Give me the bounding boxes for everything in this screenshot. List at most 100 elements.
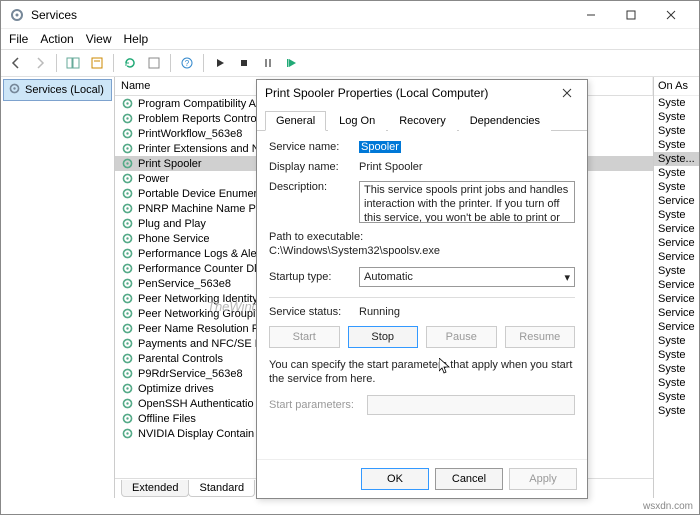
logon-cell: Syste [654,348,699,362]
right-pane: On As SysteSysteSysteSysteSyste...SysteS… [654,77,699,498]
services-app-icon [9,7,25,23]
col-logonas[interactable]: On As [654,77,699,96]
logon-list: SysteSysteSysteSysteSyste...SysteSysteSe… [654,96,699,418]
window-title: Services [31,8,571,22]
tab-recovery[interactable]: Recovery [388,111,456,131]
start-service-button[interactable] [209,52,231,74]
dialog-title: Print Spooler Properties (Local Computer… [265,86,555,100]
maximize-button[interactable] [611,1,651,29]
logon-cell: Syste [654,264,699,278]
label-startup: Startup type: [269,271,359,283]
label-path: Path to executable: [269,231,575,243]
note-text: You can specify the start parameters tha… [269,358,575,387]
tab-extended[interactable]: Extended [121,480,189,497]
logon-cell: Service [654,250,699,264]
service-name-label: Performance Logs & Ale [138,248,257,260]
service-name-label: Peer Networking Groupi [138,308,255,320]
service-name-label: Problem Reports Contro [138,113,257,125]
startup-type-value: Automatic [364,271,413,283]
menu-view[interactable]: View [86,32,112,46]
service-name-label: Program Compatibility A [138,98,256,110]
close-button[interactable] [651,1,691,29]
label-status: Service status: [269,306,359,318]
value-service-name[interactable]: Spooler [359,141,401,153]
service-name-label: P9RdrService_563e8 [138,368,243,380]
logon-cell: Syste [654,404,699,418]
svg-text:?: ? [185,59,190,68]
apply-button: Apply [509,468,577,490]
tree-item-services-local[interactable]: Services (Local) [3,79,112,101]
properties-dialog: Print Spooler Properties (Local Computer… [256,79,588,499]
logon-cell: Syste [654,180,699,194]
logon-cell: Syste [654,362,699,376]
label-service-name: Service name: [269,141,359,153]
startup-type-select[interactable]: Automatic ▾ [359,267,575,287]
service-name-label: PrintWorkflow_563e8 [138,128,242,140]
service-name-label: Portable Device Enumer [138,188,257,200]
chevron-down-icon: ▾ [564,271,570,284]
menu-action[interactable]: Action [40,32,73,46]
tab-logon[interactable]: Log On [328,111,386,131]
logon-cell: Syste [654,376,699,390]
stop-service-button[interactable] [233,52,255,74]
dialog-tabs: General Log On Recovery Dependencies [257,106,587,131]
tab-standard[interactable]: Standard [188,480,255,497]
service-name-label: Plug and Play [138,218,206,230]
description-textbox[interactable]: This service spools print jobs and handl… [359,181,575,223]
properties-button[interactable] [86,52,108,74]
export-button[interactable] [143,52,165,74]
logon-cell: Service [654,320,699,334]
service-name-label: Phone Service [138,233,210,245]
logon-cell: Syste [654,96,699,110]
service-name-label: Peer Name Resolution P [138,323,259,335]
dialog-body: Service name: Spooler Display name: Prin… [257,131,587,459]
service-name-label: Parental Controls [138,353,223,365]
help-button[interactable]: ? [176,52,198,74]
tree-item-label: Services (Local) [25,84,104,96]
back-button[interactable] [5,52,27,74]
service-name-label: Power [138,173,169,185]
forward-button[interactable] [29,52,51,74]
logon-cell: Syste [654,208,699,222]
service-name-label: Peer Networking Identity [138,293,258,305]
pause-button: Pause [426,326,497,348]
pause-service-button[interactable] [257,52,279,74]
tab-general[interactable]: General [265,111,326,131]
titlebar: Services [1,1,699,29]
tab-dependencies[interactable]: Dependencies [459,111,551,131]
left-pane: Services (Local) [1,77,115,498]
footer-url: wsxdn.com [643,501,693,512]
service-name-label: Print Spooler [138,158,202,170]
resume-button: Resume [505,326,576,348]
service-name-label: OpenSSH Authenticatio [138,398,254,410]
services-window: Services File Action View Help ? Ser [0,0,700,515]
menubar: File Action View Help [1,29,699,49]
cancel-button[interactable]: Cancel [435,468,503,490]
value-display-name: Print Spooler [359,161,575,173]
logon-cell: Syste [654,390,699,404]
menu-file[interactable]: File [9,32,28,46]
service-name-label: Payments and NFC/SE N [138,338,263,350]
dialog-close-button[interactable] [555,81,579,105]
service-name-label: PenService_563e8 [138,278,231,290]
service-name-label: PNRP Machine Name Pu [138,203,262,215]
logon-cell: Service [654,194,699,208]
logon-cell: Syste [654,334,699,348]
restart-service-button[interactable] [281,52,303,74]
logon-cell: Syste [654,110,699,124]
minimize-button[interactable] [571,1,611,29]
stop-button[interactable]: Stop [348,326,419,348]
logon-cell: Syste... [654,152,699,166]
refresh-button[interactable] [119,52,141,74]
show-hide-tree-button[interactable] [62,52,84,74]
menu-help[interactable]: Help [124,32,149,46]
label-display-name: Display name: [269,161,359,173]
logon-cell: Service [654,292,699,306]
logon-cell: Service [654,306,699,320]
service-name-label: Printer Extensions and N [138,143,260,155]
logon-cell: Syste [654,166,699,180]
start-params-input [367,395,575,415]
logon-cell: Service [654,236,699,250]
ok-button[interactable]: OK [361,468,429,490]
service-name-label: Optimize drives [138,383,214,395]
